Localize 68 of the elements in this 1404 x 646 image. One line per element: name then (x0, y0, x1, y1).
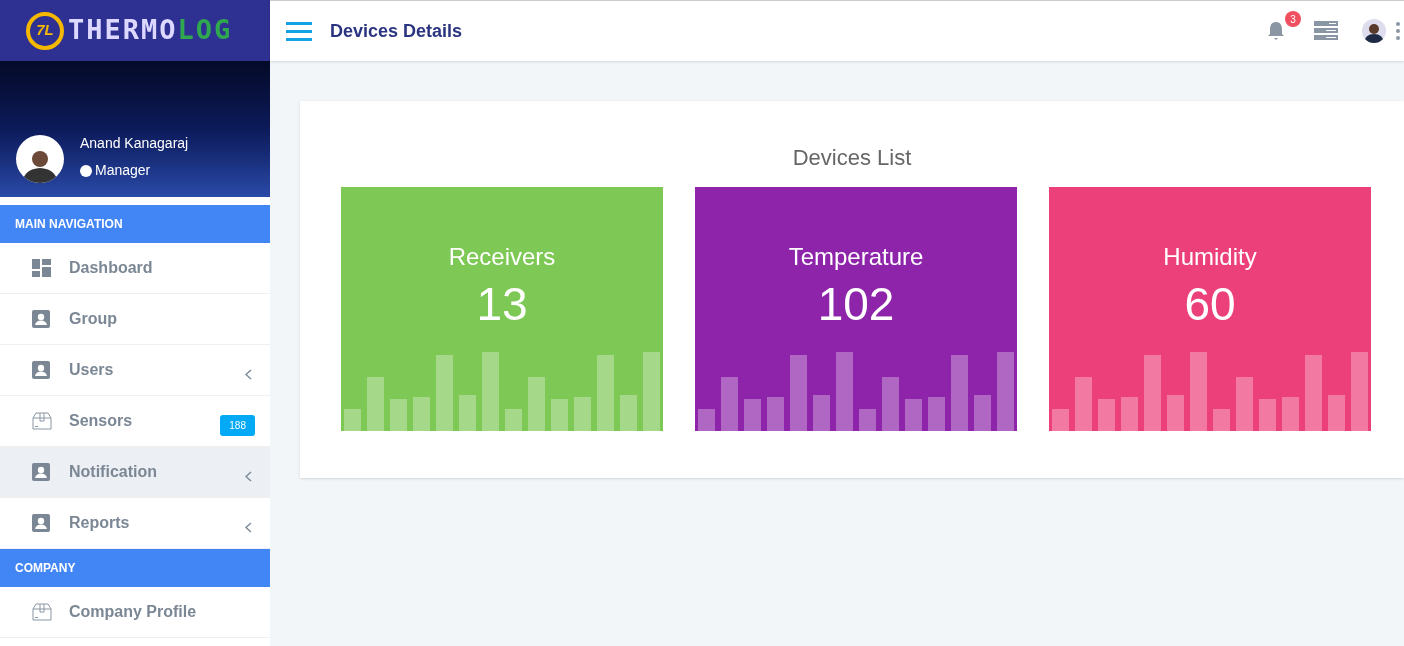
section-header: MAIN NAVIGATION (0, 205, 270, 243)
sparkline-bar (721, 377, 738, 431)
sparkline-bar (620, 395, 637, 431)
sparkline-bar (344, 409, 361, 431)
nav-label: Sensors (69, 411, 133, 431)
notification-count: 3 (1285, 11, 1301, 27)
box-icon (32, 412, 52, 430)
count-badge: 188 (220, 414, 255, 436)
tile-label: Humidity (1163, 242, 1257, 272)
sparkline-bar (744, 399, 761, 431)
sparkline-bar (1213, 409, 1230, 431)
nav-label: Notification (69, 462, 157, 482)
user-avatar[interactable] (1362, 19, 1386, 43)
sparkline-bar (859, 409, 876, 431)
page-title: Devices Details (330, 19, 463, 43)
logo-text: THERMO (68, 14, 178, 46)
sparkline-bar (1075, 377, 1092, 431)
sparkline-bar (813, 395, 830, 431)
tile-count: 13 (476, 281, 528, 327)
sparkline-bar (1328, 395, 1345, 431)
nav-label: Group (69, 309, 117, 329)
nav-label: Dashboard (69, 258, 153, 278)
tile-label: Receivers (448, 242, 556, 272)
sparkline-bar (1236, 377, 1253, 431)
nav-label: Users (69, 360, 114, 380)
sparkline-bar (574, 397, 591, 431)
nav-item[interactable]: Notification (0, 447, 270, 498)
sparkline-bar (974, 395, 991, 431)
person-card-icon (32, 310, 50, 328)
section-header: COMPANY (0, 549, 270, 587)
sparkline-bar (1167, 395, 1184, 431)
dashboard-icon (32, 259, 51, 277)
nav-label: Company Profile (69, 602, 197, 622)
menu-button[interactable] (286, 21, 312, 41)
sparkline-bar (551, 399, 568, 431)
sparkline-bar (505, 409, 522, 431)
box-icon (32, 603, 52, 621)
sparkline-bar (413, 397, 430, 431)
person-card-icon (32, 463, 50, 481)
sparkline-bar (1282, 397, 1299, 431)
sparkline-bar (367, 377, 384, 431)
logo-emblem: 7L (26, 11, 64, 50)
sparkline-bar (528, 377, 545, 431)
server-icon[interactable] (1314, 21, 1338, 41)
sparkline-bar (698, 409, 715, 431)
tile-count: 60 (1184, 281, 1236, 327)
tile-count: 102 (817, 281, 895, 327)
person-card-icon (32, 514, 50, 532)
person-card-icon (32, 361, 50, 379)
user-name: Anand Kanagaraj (80, 134, 189, 153)
sparkline-bar (390, 399, 407, 431)
sparkline-bar (1259, 399, 1276, 431)
nav-label: Reports (69, 513, 130, 533)
sparkline-bar (905, 399, 922, 431)
sparkline-bar (1121, 397, 1138, 431)
user-role: Manager (95, 161, 151, 180)
sparkline-bar (882, 377, 899, 431)
notification-button[interactable] (1267, 21, 1285, 41)
avatar (16, 135, 64, 183)
sparkline-bar (459, 395, 476, 431)
logo-accent-text: LOG (177, 14, 233, 46)
sparkline-bar (928, 397, 945, 431)
sparkline-bar (767, 397, 784, 431)
more-icon[interactable] (1396, 22, 1400, 40)
panel-title: Devices List (792, 144, 912, 172)
tile-label: Temperature (788, 242, 924, 272)
sparkline-bar (1098, 399, 1115, 431)
sparkline-bar (1052, 409, 1069, 431)
